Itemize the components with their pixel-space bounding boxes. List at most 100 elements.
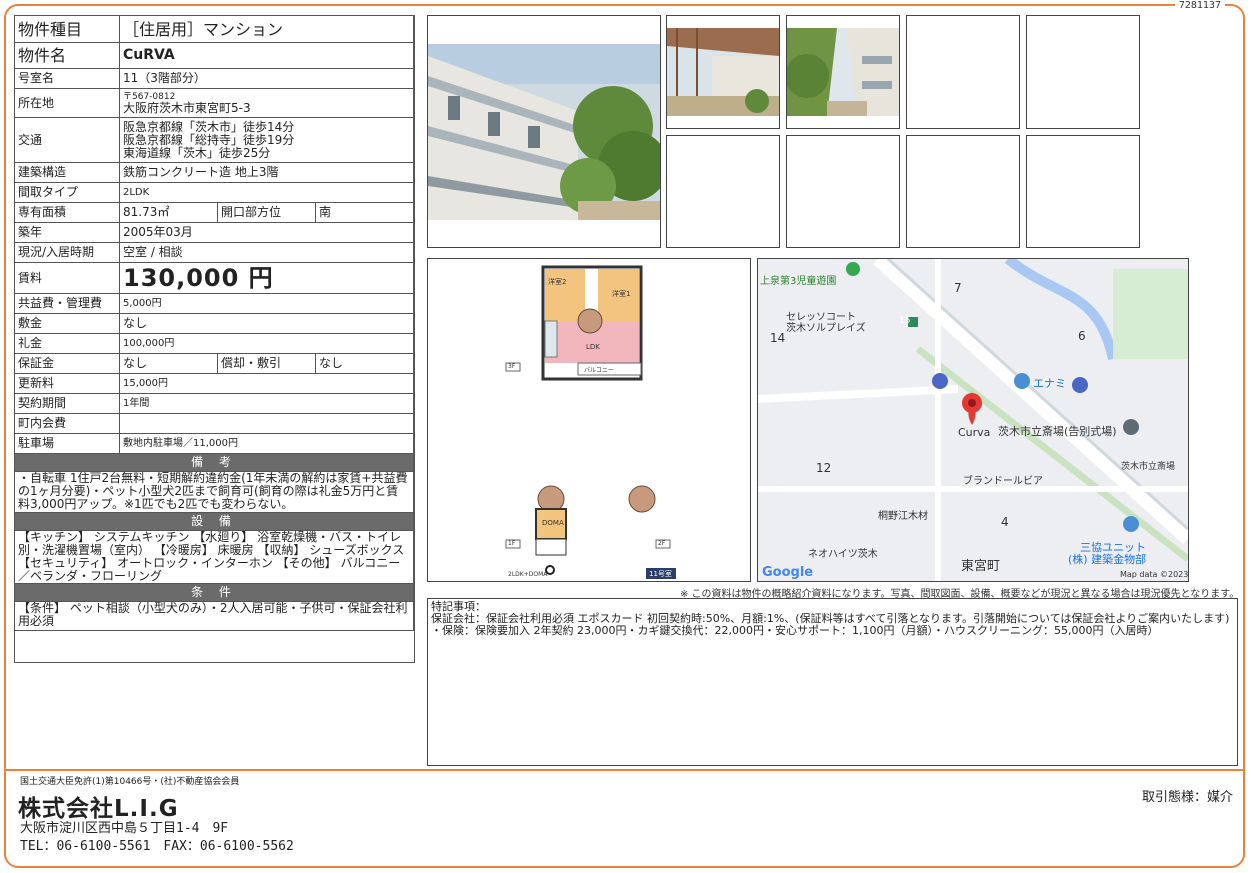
main-photo [427, 15, 661, 248]
parking-value: 敷地内駐車場／11,000円 [119, 433, 414, 454]
floor-plan-drawing [505, 265, 676, 579]
amortization-value: なし [315, 353, 414, 374]
map-label-block-4: 4 [1001, 515, 1009, 529]
document-id: 7281137 [1174, 0, 1225, 11]
mgmt-fee-label: 共益費・管理費 [14, 293, 120, 314]
balcony-label: バルコニー [584, 367, 614, 374]
map-label-park: 上泉第3児童遊園 [760, 276, 837, 287]
name-value: CuRVA [119, 42, 414, 69]
renewal-value: 15,000円 [119, 373, 414, 394]
rent-label: 賃料 [14, 262, 120, 294]
deposit-label: 敷金 [14, 313, 120, 334]
key-money-value: 100,000円 [119, 333, 414, 354]
map-label-enami: エナミ [1033, 377, 1066, 390]
map-label-funeral-hall-2: 茨木市立斎場 [1121, 462, 1176, 472]
photo-thumbnail-1 [666, 15, 780, 129]
conditions-text: 【条件】 ペット相談（小型犬のみ）・2人入居可能・子供可・保証会社利用必須 [14, 601, 414, 631]
town-fee-value [119, 413, 414, 434]
opening-value: 南 [315, 202, 414, 223]
map-label-brandor: ブランドールビア [963, 476, 1043, 487]
company-phone: TEL：06-6100-5561 FAX：06-6100-5562 [20, 839, 294, 854]
guarantee-value: なし [119, 353, 218, 374]
doma-label: DOMA [542, 519, 564, 527]
company-address: 大阪市淀川区西中島５丁目1-4 9F [20, 821, 229, 836]
plan-type-label: 2LDK+DOMA [508, 571, 548, 578]
contract-value: 1年間 [119, 393, 414, 414]
photo-thumbnail-5 [666, 135, 780, 248]
map-label-solplaiz: 茨木ソルプレイズ [786, 323, 866, 334]
map-label-block-12: 12 [816, 461, 832, 475]
amortization-label: 償却・敷引 [217, 353, 316, 374]
area-value: 81.73㎡ [119, 202, 218, 223]
photo-thumbnail-6 [786, 135, 900, 248]
status-label: 現況/入居時期 [14, 242, 120, 263]
built-label: 築年 [14, 222, 120, 243]
access-line: 東海道線「茨木」徒歩25分 [123, 145, 271, 160]
ldk-label: LDK [586, 343, 600, 351]
map-copyright: Map data ©2023 [1120, 570, 1189, 579]
name-label: 物件名 [14, 42, 120, 69]
floor-3f-label: 3F [508, 363, 516, 370]
map-route-15: 15 [899, 316, 911, 326]
google-logo: Google [762, 565, 814, 580]
structure-value: 鉄筋コンクリート造 地上3階 [119, 162, 414, 183]
map-label-sankyo-dept: (株) 建築金物部 [1068, 553, 1147, 566]
pergola-photo-image [667, 28, 779, 116]
room-number-tag: 11号室 [649, 570, 672, 578]
renewal-label: 更新料 [14, 373, 120, 394]
zip-code: 〒567-0812 [123, 91, 176, 102]
floor-2f-label: 2F [658, 540, 666, 547]
type-value: ［住居用］マンション [119, 15, 414, 43]
floor-1f-label: 1F [508, 540, 516, 547]
layout-value: 2LDK [119, 182, 414, 203]
access-label: 交通 [14, 117, 120, 163]
mgmt-fee-value: 5,000円 [119, 293, 414, 314]
building-photo-image [428, 44, 660, 220]
map-label-neohaitsu: ネオハイツ茨木 [808, 549, 878, 560]
remarks-header: 備 考 [14, 453, 414, 472]
conditions-header: 条 件 [14, 583, 414, 602]
structure-label: 建築構造 [14, 162, 120, 183]
remarks-text: ・自転車 1住戸2台無料・短期解約違約金(1年未満の解約は家賃+共益費の1ヶ月分… [14, 471, 414, 513]
status-value: 空室 / 相談 [119, 242, 414, 263]
map-label-block-6: 6 [1078, 329, 1086, 343]
map-label-kirinoe: 桐野江木材 [878, 511, 928, 522]
photo-thumbnail-8 [1026, 135, 1140, 248]
spec-table: 物件種目 ［住居用］マンション 物件名 CuRVA 号室名 11（3階部分） 所在地〒… [14, 15, 414, 631]
address-label: 所在地 [14, 88, 120, 118]
corridor-photo-image [787, 28, 899, 116]
location-map: 上泉第3児童遊園 7 セレッソコート 茨木ソルプレイズ 14 15 6 エナミ … [757, 258, 1189, 582]
town-fee-label: 町内会費 [14, 413, 120, 434]
map-label-block-14: 14 [770, 331, 786, 345]
room-label: 号室名 [14, 68, 120, 89]
photo-thumbnail-4 [1026, 15, 1140, 129]
room-value: 11（3階部分） [119, 68, 414, 89]
photo-thumbnail-3 [906, 15, 1020, 129]
special-notes-box: 特記事項： 保証会社：保証会社利用必須 エポスカード 初回契約時:50%、月額:… [427, 598, 1238, 766]
layout-label: 間取タイプ [14, 182, 120, 203]
address-value: 大阪府茨木市東宮町5-3 [123, 100, 251, 115]
room-2-label: 洋室2 [548, 278, 567, 286]
access-line: 阪急京都線「茨木市」徒歩14分 [123, 119, 295, 134]
parking-label: 駐車場 [14, 433, 120, 454]
footer-separator [4, 769, 1245, 771]
room-1-label: 洋室1 [612, 290, 631, 298]
contract-label: 契約期間 [14, 393, 120, 414]
facilities-header: 設 備 [14, 512, 414, 531]
facilities-text: 【キッチン】 システムキッチン 【水廻り】 浴室乾燥機・バス・トイレ別・洗濯機置… [14, 530, 414, 584]
key-money-label: 礼金 [14, 333, 120, 354]
license-text: 国土交通大臣免許(1)第10466号・(社)不動産協会会員 [20, 777, 240, 787]
area-label: 専有面積 [14, 202, 120, 223]
map-label-block-7: 7 [954, 281, 962, 295]
map-label-curva: Curva [958, 426, 991, 439]
access-line: 阪急京都線「総持寺」徒歩19分 [123, 132, 295, 147]
photo-thumbnail-7 [906, 135, 1020, 248]
opening-label: 開口部方位 [217, 202, 316, 223]
transaction-type: 取引態様：媒介 [1141, 790, 1233, 805]
map-label-funeral-hall: 茨木市立斎場(告別式場) [998, 425, 1117, 438]
rent-value: 130,000 円 [119, 262, 414, 294]
guarantee-label: 保証金 [14, 353, 120, 374]
floor-plan: 洋室2 洋室1 LDK バルコニー 3F DOMA 1F 2F 2LDK+DOM… [427, 258, 751, 582]
map-label-higashimiya: 東宮町 [961, 559, 1001, 574]
type-label: 物件種目 [14, 15, 120, 43]
